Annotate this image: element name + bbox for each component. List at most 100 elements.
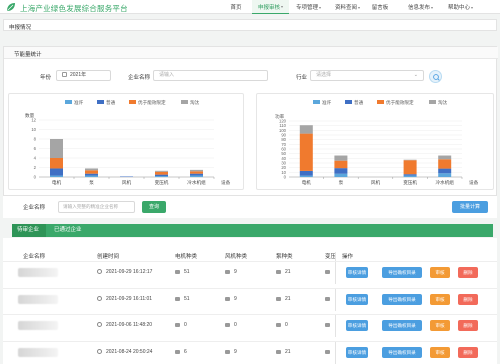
created-time-value: 2021-09-06 11:48:20 [106, 322, 153, 328]
tab-approved[interactable]: 已通过企业 [54, 224, 94, 237]
header-company: 企业名称 [23, 254, 46, 260]
bar-segment [85, 175, 98, 177]
review-button[interactable]: 审核 [430, 294, 450, 305]
motor-count: 6 [175, 349, 187, 355]
export-catalog-button[interactable]: 导出确权目录 [382, 267, 422, 278]
nav-item-label: 留言板 [371, 5, 389, 11]
created-time: 2021-09-06 11:48:20 [97, 322, 152, 328]
power-chart-svg: 准许 普通 优于能效限定 淘汰功率01020304050607080901001101… [275, 99, 479, 186]
query-button[interactable]: 查询 [142, 201, 166, 213]
bar-segment [155, 176, 168, 177]
bar-segment [50, 139, 63, 158]
row-actions: 审核详情 导出确权目录 审核 删除 [335, 315, 497, 337]
redacted-company-name [18, 321, 58, 330]
nav-item-label: 帮助中心 [447, 5, 470, 11]
company-search-row: 企业名称 请输入完整的精准企业名称 查询 批量计算 [3, 196, 497, 218]
bar-segment [50, 175, 63, 177]
export-catalog-button[interactable]: 导出确权目录 [382, 347, 422, 358]
device-icon [325, 323, 330, 327]
company-search-input[interactable]: 请输入完整的精准企业名称 [58, 201, 135, 213]
export-catalog-button[interactable]: 导出确权目录 [382, 320, 422, 331]
x-tick-label: 变压机 [155, 179, 169, 186]
industry-select[interactable]: 请选择 ⌄ [310, 70, 424, 81]
created-time: 2021-08-24 20:50:24 [97, 349, 152, 355]
bar-segment [334, 168, 348, 174]
y-tick-label: 20 [281, 165, 286, 170]
delete-button[interactable]: 删除 [458, 347, 478, 358]
motor-count-value: 51 [184, 269, 190, 275]
bar-segment [85, 170, 98, 174]
review-detail-button[interactable]: 审核详情 [346, 347, 368, 358]
bar-segment [334, 160, 348, 169]
transformer-count [325, 269, 334, 275]
x-tick-label: 冷水机组 [436, 179, 455, 186]
delete-button[interactable]: 删除 [458, 294, 478, 305]
y-tick-label: 0 [34, 175, 37, 180]
created-time: 2021-09-29 16:11:01 [97, 296, 152, 302]
nav-item-5[interactable]: 信息发布 ▾ [402, 0, 439, 14]
year-picker[interactable]: 2021年 [56, 70, 111, 81]
legend-label: 普通 [106, 99, 116, 106]
motor-count: 51 [175, 296, 190, 302]
row-actions: 审核详情 导出确权目录 审核 删除 [335, 342, 497, 364]
y-tick-label: 60 [281, 147, 286, 152]
nav-item-1[interactable]: 申报审核 ▾ [252, 0, 289, 14]
pump-count: 21 [276, 349, 291, 355]
created-time: 2021-09-29 16:12:17 [97, 269, 152, 275]
bar-segment [190, 171, 203, 174]
legend-swatch [313, 100, 320, 104]
chevron-down-icon: ⌄ [413, 72, 418, 78]
pump-count: 21 [276, 269, 291, 275]
fan-count-value: 9 [234, 269, 237, 275]
tab-pending[interactable]: 待审企业 [12, 224, 46, 237]
bar-segment [438, 155, 452, 160]
x-tick-label: 泵 [89, 180, 94, 185]
pump-count-value: 21 [285, 269, 291, 275]
y-tick-label: 90 [281, 133, 286, 138]
legend-swatch [181, 100, 188, 104]
nav-item-3[interactable]: 资料查阅 ▾ [328, 0, 367, 14]
bar-segment [299, 175, 313, 177]
device-icon [276, 323, 281, 327]
year-label: 年份 [40, 75, 52, 81]
delete-button[interactable]: 删除 [458, 320, 478, 331]
y-tick-label: 6 [34, 146, 37, 151]
device-icon [225, 270, 230, 274]
bar-segment [438, 168, 452, 174]
nav-item-6[interactable]: 帮助中心 ▾ [442, 0, 479, 14]
nav-item-2[interactable]: 专项管理 ▾ [289, 0, 328, 14]
fan-count: 9 [225, 349, 237, 355]
review-detail-button[interactable]: 审核详情 [346, 294, 368, 305]
motor-count-value: 6 [184, 349, 187, 355]
batch-calculate-button[interactable]: 批量计算 [452, 201, 488, 213]
nav-item-0[interactable]: 首页 [223, 0, 249, 14]
review-button[interactable]: 审核 [430, 320, 450, 331]
nav-item-label: 信息发布 [407, 5, 430, 11]
review-detail-button[interactable]: 审核详情 [346, 320, 368, 331]
y-tick-label: 50 [281, 151, 286, 156]
bar-segment [85, 173, 98, 176]
nav-item-4[interactable]: 留言板 [367, 0, 393, 14]
clock-icon [97, 269, 102, 274]
fan-count: 9 [225, 296, 237, 302]
panel-title: 节能量统计 [14, 52, 42, 58]
transformer-count [325, 349, 334, 355]
company-filter-input[interactable]: 请输入 [153, 70, 268, 81]
industry-placeholder: 请选择 [316, 72, 332, 78]
pump-count: 21 [276, 296, 291, 302]
pump-count-value: 0 [285, 322, 288, 328]
search-button[interactable] [429, 70, 442, 83]
bar-segment [155, 171, 168, 175]
review-button[interactable]: 审核 [430, 347, 450, 358]
y-tick-label: 8 [34, 137, 37, 142]
row-actions: 审核详情 导出确权目录 审核 删除 [335, 262, 497, 284]
row-actions: 审核详情 导出确权目录 审核 删除 [335, 289, 497, 311]
device-icon [175, 297, 180, 301]
table-row: 2021-09-06 11:48:20 0 0 0 审核详情 导出确权目录 审核 删除 [3, 314, 497, 337]
export-catalog-button[interactable]: 导出确权目录 [382, 294, 422, 305]
delete-button[interactable]: 删除 [458, 267, 478, 278]
review-button[interactable]: 审核 [430, 267, 450, 278]
header-pump: 泵种类 [276, 254, 293, 260]
review-detail-button[interactable]: 审核详情 [346, 267, 368, 278]
company-filter-placeholder: 请输入 [159, 72, 175, 78]
